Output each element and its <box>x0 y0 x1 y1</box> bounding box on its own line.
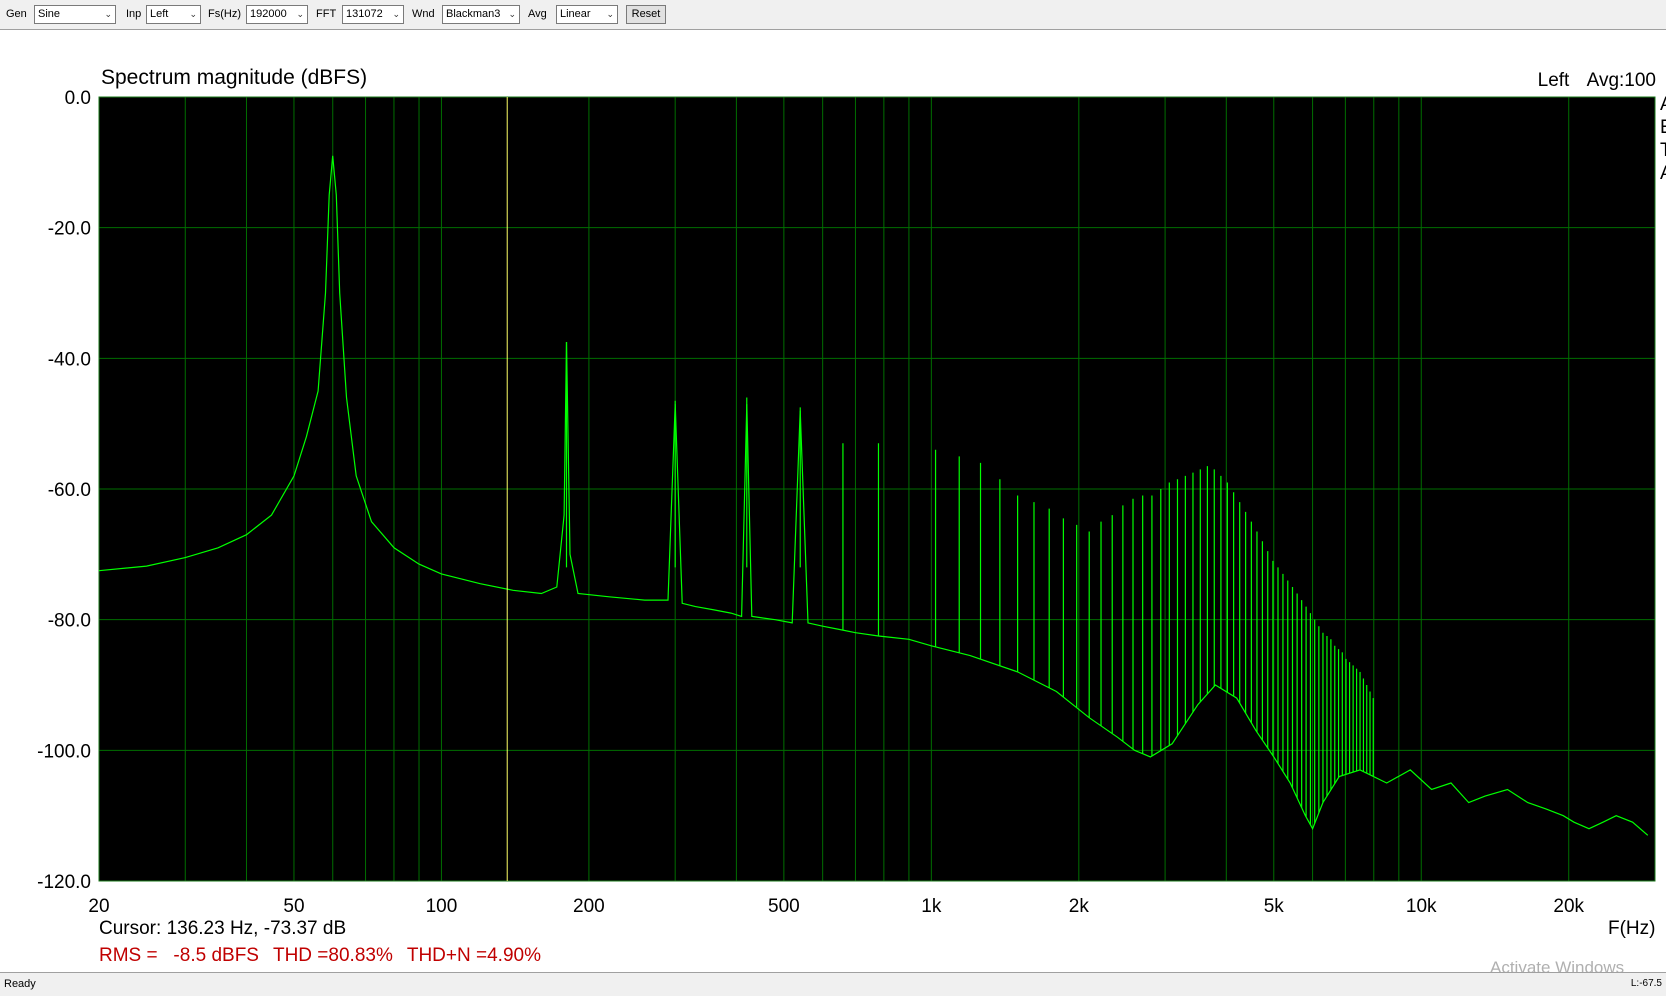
chevron-down-icon: ⌄ <box>392 9 400 19</box>
chevron-down-icon: ⌄ <box>606 9 614 19</box>
gen-select-value: Sine <box>38 8 61 20</box>
status-text: Ready <box>4 978 36 990</box>
fs-select[interactable]: 192000 ⌄ <box>246 5 308 24</box>
rms-readout: RMS = -8.5 dBFS <box>99 945 259 966</box>
y-tick-label: 0.0 <box>65 88 91 109</box>
toolbar: Gen Sine ⌄ Inp Left ⌄ Fs(Hz) 192000 ⌄ FF… <box>0 0 1666 30</box>
x-tick-label: 200 <box>573 896 605 917</box>
cursor-readout: Cursor: 136.23 Hz, -73.37 dB <box>99 918 347 939</box>
y-tick-label: -80.0 <box>48 611 91 632</box>
chevron-down-icon: ⌄ <box>189 9 197 19</box>
y-tick-label: -40.0 <box>48 349 91 370</box>
y-tick-labels: 0.0 -20.0 -40.0 -60.0 -80.0 -100.0 -120.0 <box>37 88 91 893</box>
wnd-select-value: Blackman3 <box>446 8 501 20</box>
x-axis-label: F(Hz) <box>1608 918 1656 939</box>
x-tick-label: 1k <box>921 896 942 917</box>
fft-select-value: 131072 <box>346 8 383 20</box>
x-tick-label: 50 <box>283 896 304 917</box>
chevron-down-icon: ⌄ <box>296 9 304 19</box>
inp-label: Inp <box>126 8 142 20</box>
fft-label: FFT <box>316 8 337 20</box>
x-tick-label: 5k <box>1264 896 1285 917</box>
thd-readout: THD =80.83% <box>272 945 393 966</box>
gen-select[interactable]: Sine ⌄ <box>34 5 116 24</box>
x-tick-labels: 20 50 100 200 500 1k 2k 5k 10k 20k <box>88 896 1584 917</box>
gen-label: Gen <box>6 8 27 20</box>
status-level: L:-67.5 <box>1630 978 1662 989</box>
y-tick-label: -100.0 <box>37 741 91 762</box>
inp-select[interactable]: Left ⌄ <box>146 5 201 24</box>
avg-select-value: Linear <box>560 8 591 20</box>
status-bar: Ready L:-67.5 <box>0 972 1666 996</box>
avg-select[interactable]: Linear ⌄ <box>556 5 618 24</box>
x-tick-label: 20 <box>88 896 109 917</box>
x-tick-label: 500 <box>768 896 800 917</box>
inp-select-value: Left <box>150 8 169 20</box>
y-tick-label: -120.0 <box>37 872 91 893</box>
reset-button[interactable]: Reset <box>626 5 666 24</box>
x-tick-label: 100 <box>426 896 458 917</box>
stats-readout: RMS = -8.5 dBFS THD =80.83% THD+N =4.90% <box>99 945 555 967</box>
fft-select[interactable]: 131072 ⌄ <box>342 5 404 24</box>
fs-label: Fs(Hz) <box>208 8 241 20</box>
wnd-label: Wnd <box>412 8 435 20</box>
avg-label: Avg <box>528 8 547 20</box>
chevron-down-icon: ⌄ <box>104 9 112 19</box>
y-tick-label: -60.0 <box>48 480 91 501</box>
thdn-readout: THD+N =4.90% <box>406 945 541 966</box>
wnd-select[interactable]: Blackman3 ⌄ <box>442 5 520 24</box>
x-tick-label: 20k <box>1553 896 1584 917</box>
x-tick-label: 2k <box>1069 896 1090 917</box>
chevron-down-icon: ⌄ <box>508 9 516 19</box>
x-tick-label: 10k <box>1406 896 1437 917</box>
fs-select-value: 192000 <box>250 8 287 20</box>
spectrum-chart[interactable]: 0.0 -20.0 -40.0 -60.0 -80.0 -100.0 -120.0 20 50… <box>0 30 1666 970</box>
y-tick-label: -20.0 <box>48 219 91 240</box>
